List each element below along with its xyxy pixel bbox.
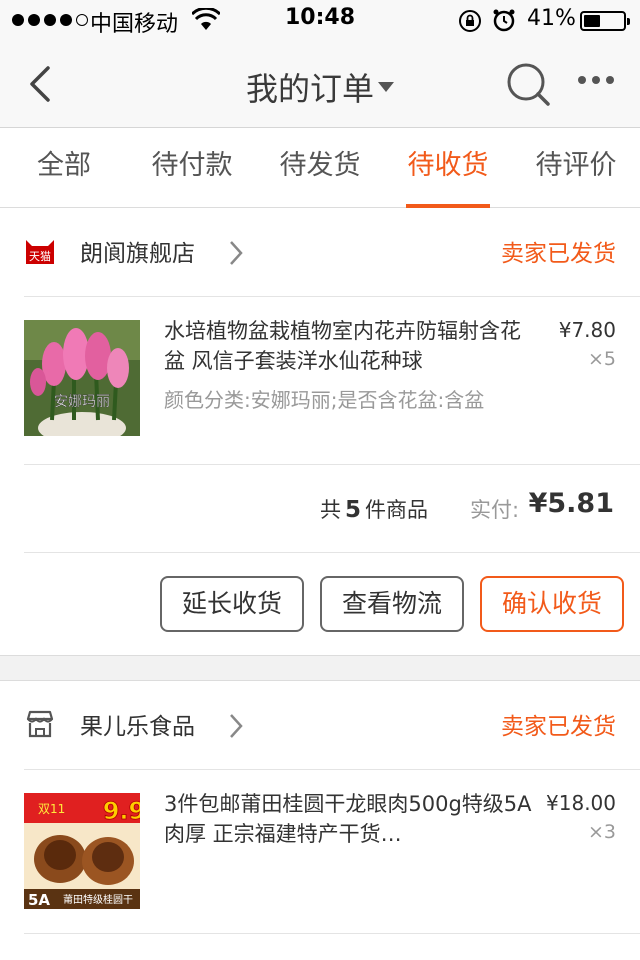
paid-amount: ¥5.81 bbox=[528, 488, 614, 519]
order-card: 天猫 朗阆旗舰店 卖家已发货 安娜玛丽 水培植物盆栽植物室内花卉防辐射含花盆 风… bbox=[0, 208, 640, 656]
product-quantity: ×3 bbox=[587, 821, 616, 843]
tab-all[interactable]: 全部 bbox=[0, 128, 128, 208]
order-status: 卖家已发货 bbox=[501, 241, 616, 267]
tmall-icon-text: 天猫 bbox=[29, 250, 51, 263]
product-image-caption: 莆田特级桂圆干 bbox=[63, 893, 133, 906]
chevron-right-icon bbox=[228, 713, 244, 743]
order-tabs: 全部 待付款 待发货 待收货 待评价 bbox=[0, 128, 640, 208]
dropdown-caret-icon bbox=[378, 82, 394, 92]
order-actions: 延长收货 查看物流 确认收货 bbox=[0, 552, 640, 656]
product-image-price: 9.9 bbox=[103, 797, 140, 825]
alarm-icon bbox=[492, 8, 516, 36]
extend-receipt-button[interactable]: 延长收货 bbox=[160, 576, 304, 632]
store-icon bbox=[24, 709, 56, 743]
divider bbox=[24, 933, 640, 934]
order-summary: 共 5 件商品 实付: ¥5.81 bbox=[0, 464, 640, 552]
product-image: 安娜玛丽 bbox=[24, 320, 140, 436]
product-image-caption: 安娜玛丽 bbox=[54, 394, 110, 410]
product-price: ¥18.00 bbox=[546, 791, 616, 815]
product-sku: 颜色分类:安娜玛丽;是否含花盆:含盆 bbox=[164, 388, 485, 412]
page-title: 我的订单 bbox=[245, 70, 374, 108]
battery-percent: 41% bbox=[527, 6, 576, 31]
search-icon[interactable] bbox=[506, 62, 552, 112]
product-image: 双11 9.9 5A 莆田特级桂圆干 bbox=[24, 793, 140, 909]
more-icon[interactable] bbox=[578, 76, 614, 84]
tab-pending-shipment[interactable]: 待发货 bbox=[256, 128, 384, 208]
chevron-right-icon bbox=[228, 240, 244, 270]
tmall-icon: 天猫 bbox=[24, 236, 56, 270]
order-item[interactable]: 双11 9.9 5A 莆田特级桂圆干 3件包邮莆田桂圆干龙眼肉500g特级5A肉… bbox=[0, 769, 640, 937]
order-card: 果儿乐食品 卖家已发货 双11 9.9 5A 莆田特级桂圆干 3件包邮莆田桂圆干… bbox=[0, 680, 640, 960]
shop-name[interactable]: 果儿乐食品 bbox=[80, 707, 195, 741]
order-status: 卖家已发货 bbox=[501, 714, 616, 740]
status-bar: 中国移动 10:48 41% bbox=[0, 0, 640, 40]
tab-pending-review[interactable]: 待评价 bbox=[512, 128, 640, 208]
view-logistics-button[interactable]: 查看物流 bbox=[320, 576, 464, 632]
rotation-lock-icon bbox=[458, 9, 482, 37]
nav-bar: 我的订单 bbox=[0, 40, 640, 128]
product-image-tag: 双11 bbox=[38, 802, 65, 816]
shop-header[interactable]: 果儿乐食品 卖家已发货 bbox=[0, 681, 640, 769]
product-price: ¥7.80 bbox=[558, 318, 616, 342]
product-quantity: ×5 bbox=[587, 348, 616, 370]
order-item[interactable]: 安娜玛丽 水培植物盆栽植物室内花卉防辐射含花盆 风信子套装洋水仙花种球 颜色分类… bbox=[0, 296, 640, 464]
shop-header[interactable]: 天猫 朗阆旗舰店 卖家已发货 bbox=[0, 208, 640, 296]
confirm-receipt-button[interactable]: 确认收货 bbox=[480, 576, 624, 632]
product-title: 3件包邮莆田桂圆干龙眼肉500g特级5A肉厚 正宗福建特产干货… bbox=[164, 792, 532, 846]
product-image-badge: 5A bbox=[28, 891, 50, 909]
product-title: 水培植物盆栽植物室内花卉防辐射含花盆 风信子套装洋水仙花种球 bbox=[164, 319, 521, 373]
item-count: 共 5 件商品 bbox=[320, 497, 429, 523]
tab-pending-receipt[interactable]: 待收货 bbox=[384, 128, 512, 208]
shop-name[interactable]: 朗阆旗舰店 bbox=[80, 234, 195, 268]
tab-pending-payment[interactable]: 待付款 bbox=[128, 128, 256, 208]
battery-icon bbox=[580, 11, 630, 31]
paid-label: 实付: bbox=[470, 498, 520, 522]
